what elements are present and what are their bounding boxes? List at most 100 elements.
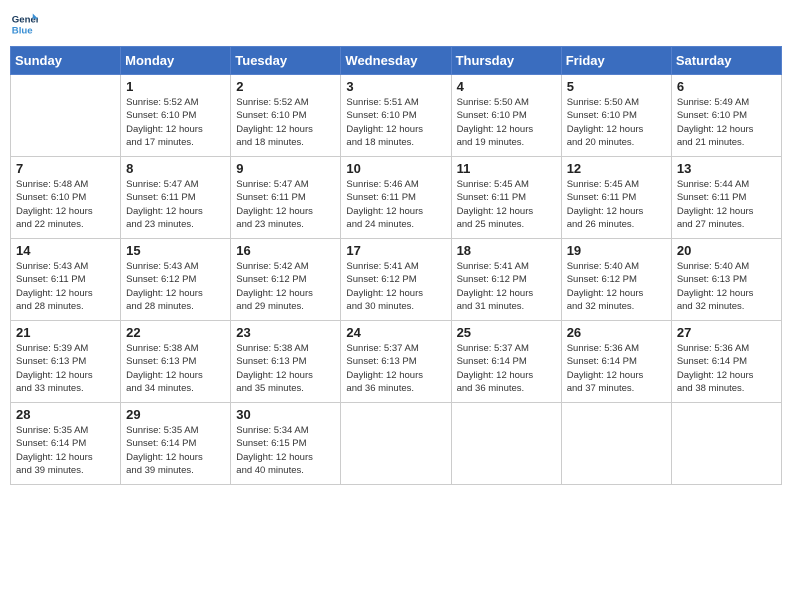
calendar-cell: 24Sunrise: 5:37 AMSunset: 6:13 PMDayligh…	[341, 321, 451, 403]
calendar-cell: 28Sunrise: 5:35 AMSunset: 6:14 PMDayligh…	[11, 403, 121, 485]
weekday-header: Friday	[561, 47, 671, 75]
day-number: 28	[16, 407, 115, 422]
day-number: 29	[126, 407, 225, 422]
calendar-cell	[341, 403, 451, 485]
day-info: Sunrise: 5:34 AMSunset: 6:15 PMDaylight:…	[236, 424, 335, 477]
day-info: Sunrise: 5:36 AMSunset: 6:14 PMDaylight:…	[567, 342, 666, 395]
day-number: 25	[457, 325, 556, 340]
calendar-cell: 22 Sunrise: 5:38 AMSunset: 6:13 PMDayligh…	[121, 321, 231, 403]
day-info: Sunrise: 5:50 AMSunset: 6:10 PMDaylight:…	[457, 96, 556, 149]
calendar-cell	[451, 403, 561, 485]
weekday-header: Thursday	[451, 47, 561, 75]
day-info: Sunrise: 5:48 AMSunset: 6:10 PMDaylight:…	[16, 178, 115, 231]
day-info: Sunrise: 5:40 AMSunset: 6:13 PMDaylight:…	[677, 260, 776, 313]
day-info: Sunrise: 5:39 AMSunset: 6:13 PMDaylight:…	[16, 342, 115, 395]
day-info: Sunrise: 5:38 AMSunset: 6:13 PMDaylight:…	[236, 342, 335, 395]
day-info: Sunrise: 5:38 AMSunset: 6:13 PMDaylight:…	[126, 342, 225, 395]
calendar-week-row: 28Sunrise: 5:35 AMSunset: 6:14 PMDayligh…	[11, 403, 782, 485]
day-info: Sunrise: 5:52 AMSunset: 6:10 PMDaylight:…	[126, 96, 225, 149]
calendar-cell: 1 Sunrise: 5:52 AMSunset: 6:10 PMDaylight…	[121, 75, 231, 157]
calendar-cell: 14 Sunrise: 5:43 AMSunset: 6:11 PMDayligh…	[11, 239, 121, 321]
weekday-header: Saturday	[671, 47, 781, 75]
calendar-cell: 10 Sunrise: 5:46 AMSunset: 6:11 PMDayligh…	[341, 157, 451, 239]
calendar-header-row: SundayMondayTuesdayWednesdayThursdayFrid…	[11, 47, 782, 75]
day-info: Sunrise: 5:45 AMSunset: 6:11 PMDaylight:…	[567, 178, 666, 231]
day-number: 27	[677, 325, 776, 340]
calendar-cell: 5 Sunrise: 5:50 AMSunset: 6:10 PMDaylight…	[561, 75, 671, 157]
calendar-cell	[671, 403, 781, 485]
day-number: 21	[16, 325, 115, 340]
calendar-cell	[11, 75, 121, 157]
day-info: Sunrise: 5:36 AMSunset: 6:14 PMDaylight:…	[677, 342, 776, 395]
calendar-cell: 25 Sunrise: 5:37 AMSunset: 6:14 PMDayligh…	[451, 321, 561, 403]
day-number: 2	[236, 79, 335, 94]
day-info: Sunrise: 5:42 AMSunset: 6:12 PMDaylight:…	[236, 260, 335, 313]
day-info: Sunrise: 5:46 AMSunset: 6:11 PMDaylight:…	[346, 178, 445, 231]
page-header: General Blue	[10, 10, 782, 38]
day-number: 4	[457, 79, 556, 94]
day-number: 15	[126, 243, 225, 258]
day-info: Sunrise: 5:47 AMSunset: 6:11 PMDaylight:…	[236, 178, 335, 231]
day-number: 1	[126, 79, 225, 94]
logo-icon: General Blue	[10, 10, 38, 38]
day-number: 5	[567, 79, 666, 94]
day-number: 19	[567, 243, 666, 258]
weekday-header: Monday	[121, 47, 231, 75]
calendar-cell: 11 Sunrise: 5:45 AMSunset: 6:11 PMDayligh…	[451, 157, 561, 239]
calendar-cell: 26 Sunrise: 5:36 AMSunset: 6:14 PMDayligh…	[561, 321, 671, 403]
day-info: Sunrise: 5:37 AMSunset: 6:14 PMDaylight:…	[457, 342, 556, 395]
weekday-header: Tuesday	[231, 47, 341, 75]
day-info: Sunrise: 5:50 AMSunset: 6:10 PMDaylight:…	[567, 96, 666, 149]
calendar-week-row: 21 Sunrise: 5:39 AMSunset: 6:13 PMDayligh…	[11, 321, 782, 403]
day-number: 14	[16, 243, 115, 258]
calendar-week-row: 7Sunrise: 5:48 AMSunset: 6:10 PMDaylight…	[11, 157, 782, 239]
weekday-header: Sunday	[11, 47, 121, 75]
day-number: 11	[457, 161, 556, 176]
day-number: 8	[126, 161, 225, 176]
calendar-cell	[561, 403, 671, 485]
calendar-table: SundayMondayTuesdayWednesdayThursdayFrid…	[10, 46, 782, 485]
day-info: Sunrise: 5:41 AMSunset: 6:12 PMDaylight:…	[346, 260, 445, 313]
day-number: 17	[346, 243, 445, 258]
day-info: Sunrise: 5:52 AMSunset: 6:10 PMDaylight:…	[236, 96, 335, 149]
day-number: 22	[126, 325, 225, 340]
calendar-cell: 19 Sunrise: 5:40 AMSunset: 6:12 PMDayligh…	[561, 239, 671, 321]
calendar-cell: 29Sunrise: 5:35 AMSunset: 6:14 PMDayligh…	[121, 403, 231, 485]
day-info: Sunrise: 5:43 AMSunset: 6:11 PMDaylight:…	[16, 260, 115, 313]
day-info: Sunrise: 5:47 AMSunset: 6:11 PMDaylight:…	[126, 178, 225, 231]
day-number: 13	[677, 161, 776, 176]
day-info: Sunrise: 5:44 AMSunset: 6:11 PMDaylight:…	[677, 178, 776, 231]
calendar-cell: 12 Sunrise: 5:45 AMSunset: 6:11 PMDayligh…	[561, 157, 671, 239]
day-number: 6	[677, 79, 776, 94]
calendar-cell: 6Sunrise: 5:49 AMSunset: 6:10 PMDaylight…	[671, 75, 781, 157]
calendar-cell: 21 Sunrise: 5:39 AMSunset: 6:13 PMDayligh…	[11, 321, 121, 403]
day-number: 30	[236, 407, 335, 422]
day-number: 23	[236, 325, 335, 340]
day-number: 12	[567, 161, 666, 176]
calendar-cell: 9 Sunrise: 5:47 AMSunset: 6:11 PMDaylight…	[231, 157, 341, 239]
day-number: 20	[677, 243, 776, 258]
day-number: 9	[236, 161, 335, 176]
day-number: 16	[236, 243, 335, 258]
calendar-cell: 13 Sunrise: 5:44 AMSunset: 6:11 PMDayligh…	[671, 157, 781, 239]
day-info: Sunrise: 5:40 AMSunset: 6:12 PMDaylight:…	[567, 260, 666, 313]
calendar-cell: 2 Sunrise: 5:52 AMSunset: 6:10 PMDaylight…	[231, 75, 341, 157]
day-info: Sunrise: 5:45 AMSunset: 6:11 PMDaylight:…	[457, 178, 556, 231]
calendar-cell: 30 Sunrise: 5:34 AMSunset: 6:15 PMDayligh…	[231, 403, 341, 485]
calendar-cell: 17 Sunrise: 5:41 AMSunset: 6:12 PMDayligh…	[341, 239, 451, 321]
day-number: 26	[567, 325, 666, 340]
calendar-week-row: 1 Sunrise: 5:52 AMSunset: 6:10 PMDaylight…	[11, 75, 782, 157]
calendar-cell: 27 Sunrise: 5:36 AMSunset: 6:14 PMDayligh…	[671, 321, 781, 403]
calendar-cell: 3Sunrise: 5:51 AMSunset: 6:10 PMDaylight…	[341, 75, 451, 157]
calendar-cell: 23 Sunrise: 5:38 AMSunset: 6:13 PMDayligh…	[231, 321, 341, 403]
day-number: 18	[457, 243, 556, 258]
calendar-cell: 18 Sunrise: 5:41 AMSunset: 6:12 PMDayligh…	[451, 239, 561, 321]
svg-text:Blue: Blue	[12, 26, 33, 37]
day-info: Sunrise: 5:41 AMSunset: 6:12 PMDaylight:…	[457, 260, 556, 313]
day-number: 10	[346, 161, 445, 176]
calendar-week-row: 14 Sunrise: 5:43 AMSunset: 6:11 PMDayligh…	[11, 239, 782, 321]
calendar-cell: 20 Sunrise: 5:40 AMSunset: 6:13 PMDayligh…	[671, 239, 781, 321]
day-number: 3	[346, 79, 445, 94]
calendar-cell: 7Sunrise: 5:48 AMSunset: 6:10 PMDaylight…	[11, 157, 121, 239]
logo: General Blue	[10, 10, 42, 38]
